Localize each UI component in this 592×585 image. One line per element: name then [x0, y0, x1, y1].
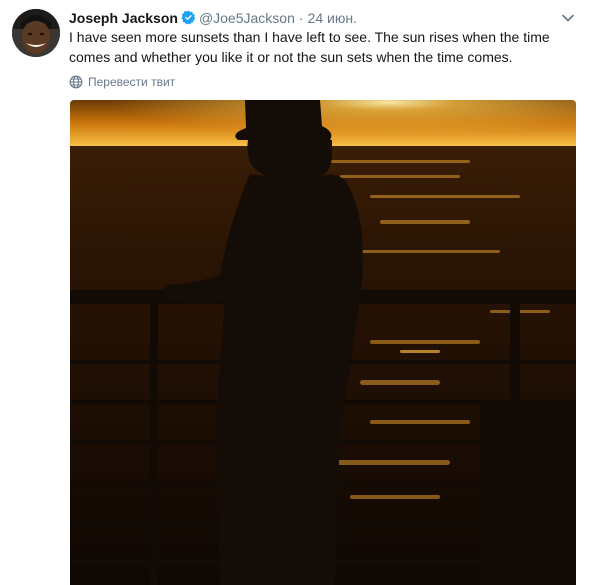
translate-label: Перевести твит: [88, 75, 176, 89]
separator: ·: [298, 10, 304, 26]
tweet-photo[interactable]: [70, 100, 576, 585]
display-name[interactable]: Joseph Jackson: [69, 10, 178, 26]
sunset-silhouette-image: [70, 100, 576, 585]
verified-badge-icon: [181, 10, 196, 25]
chevron-down-icon[interactable]: [561, 11, 575, 25]
tweet-text: I have seen more sunsets than I have lef…: [69, 29, 550, 65]
user-handle[interactable]: @Joe5Jackson: [199, 10, 295, 26]
avatar-image: [12, 9, 60, 57]
translate-tweet-link[interactable]: Перевести твит: [69, 73, 175, 91]
globe-icon: [69, 75, 83, 89]
tweet[interactable]: Joseph Jackson @Joe5Jackson · 24 июн. I hav…: [0, 0, 592, 585]
timestamp[interactable]: 24 июн.: [308, 10, 357, 26]
tweet-header: Joseph Jackson @Joe5Jackson · 24 июн.: [69, 8, 357, 28]
avatar[interactable]: [12, 9, 60, 57]
